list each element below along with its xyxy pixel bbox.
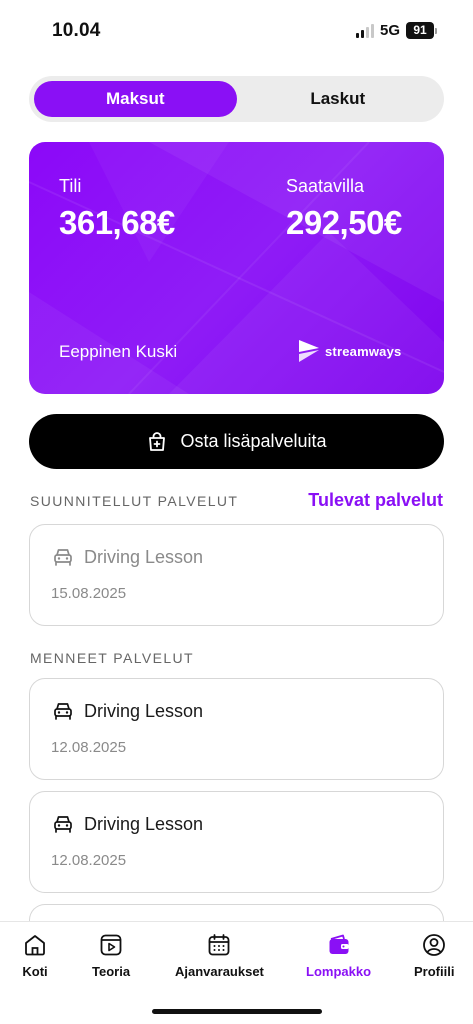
network-type: 5G — [379, 22, 400, 39]
status-time: 10.04 — [52, 20, 101, 41]
tab-label: Profiili — [414, 964, 455, 979]
account-label: Tili — [59, 176, 82, 196]
wallet-card: Tili 361,68€ Saatavilla 292,50€ Eeppinen… — [29, 142, 444, 394]
shopping-bag-plus-icon — [149, 431, 166, 451]
available-balance: 292,50€ — [286, 204, 402, 241]
service-title: Driving Lesson — [84, 701, 204, 721]
status-bar: 10.04 5G 91 — [0, 0, 473, 62]
streamways-logo-icon — [299, 340, 319, 362]
signal-icon — [355, 23, 374, 38]
past-service-card[interactable]: Driving Lesson 12.08.2025 — [29, 791, 444, 893]
tab-koti[interactable]: Koti — [22, 932, 48, 979]
brand-logo: streamways — [299, 340, 401, 362]
status-indicators: 5G 91 — [355, 22, 437, 39]
tab-label: Koti — [22, 964, 48, 979]
planned-services-heading: SUUNNITELLUT PALVELUT — [30, 493, 239, 509]
play-book-icon — [100, 934, 122, 956]
service-date: 15.08.2025 — [51, 585, 127, 602]
tab-teoria[interactable]: Teoria — [92, 932, 130, 979]
tab-label: Lompakko — [306, 964, 372, 979]
service-title: Driving Lesson — [84, 814, 204, 834]
planned-service-card[interactable]: Driving Lesson 15.08.2025 — [29, 524, 444, 626]
car-icon — [54, 703, 72, 720]
buy-button-label: Osta lisäpalveluita — [180, 431, 327, 451]
service-title: Driving Lesson — [84, 547, 204, 567]
wallet-icon — [329, 934, 348, 954]
segment-maksut[interactable]: Maksut — [34, 81, 237, 117]
battery-level: 91 — [406, 22, 434, 39]
car-icon — [54, 549, 72, 566]
payments-segmented-control: Maksut Laskut — [29, 76, 444, 122]
service-date: 12.08.2025 — [51, 852, 127, 869]
service-date: 12.08.2025 — [51, 739, 127, 756]
past-service-card[interactable]: Driving Lesson 12.08.2025 — [29, 678, 444, 780]
car-icon — [54, 816, 72, 833]
tab-ajanvaraukset[interactable]: Ajanvaraukset — [175, 932, 264, 979]
home-icon — [25, 935, 45, 956]
tab-label: Ajanvaraukset — [175, 964, 264, 979]
home-indicator — [152, 1009, 322, 1014]
available-label: Saatavilla — [286, 176, 365, 196]
buy-extra-services-button[interactable]: Osta lisäpalveluita — [29, 414, 444, 469]
calendar-icon — [209, 934, 230, 956]
brand-name: streamways — [325, 343, 402, 359]
profile-icon — [423, 934, 446, 956]
segment-laskut[interactable]: Laskut — [237, 81, 440, 117]
tab-profiili[interactable]: Profiili — [414, 932, 454, 979]
account-balance: 361,68€ — [59, 204, 175, 241]
battery-icon: 91 — [406, 22, 437, 39]
tab-label: Teoria — [92, 964, 131, 979]
tab-lompakko[interactable]: Lompakko — [306, 932, 371, 979]
past-services-heading: MENNEET PALVELUT — [30, 650, 194, 666]
upcoming-services-link[interactable]: Tulevat palvelut — [308, 490, 443, 511]
card-holder-name: Eeppinen Kuski — [59, 342, 178, 361]
